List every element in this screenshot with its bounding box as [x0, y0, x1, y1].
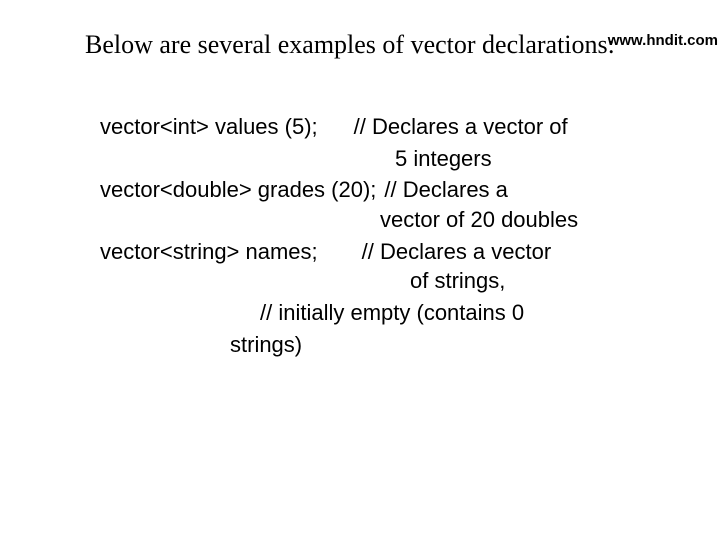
example-line-1: vector<int> values (5); // Declares a vec…	[100, 112, 690, 142]
comment-string-c: // initially empty (contains 0	[100, 298, 690, 328]
watermark-text: www.hndit.com	[608, 32, 718, 49]
comment-int-b: 5 integers	[100, 144, 690, 174]
comment-string-a: // Declares a vector	[362, 239, 552, 264]
code-examples: vector<int> values (5); // Declares a vec…	[100, 112, 690, 360]
comment-double-a: // Declares a	[384, 177, 508, 202]
comment-int-a: // Declares a vector of	[354, 114, 568, 139]
comment-double-b: vector of 20 doubles	[100, 205, 690, 235]
comment-string-d: strings)	[100, 330, 690, 360]
intro-text: Below are several examples of vector dec…	[85, 30, 615, 60]
example-line-3: vector<string> names; // Declares a vecto…	[100, 237, 690, 267]
declaration-string: vector<string> names;	[100, 239, 318, 264]
declaration-int: vector<int> values (5);	[100, 114, 318, 139]
comment-string-b: of strings,	[100, 266, 690, 296]
example-line-2: vector<double> grades (20); // Declares a	[100, 175, 690, 205]
declaration-double: vector<double> grades (20);	[100, 177, 376, 202]
